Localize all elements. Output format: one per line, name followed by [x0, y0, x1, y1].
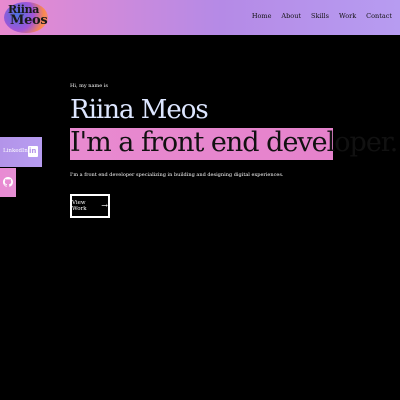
linkedin-link[interactable]: LinkedIn: [0, 137, 42, 167]
logo-text: Riina Meos: [8, 4, 48, 28]
navbar: Riina Meos Home About Skills Work Contac…: [0, 0, 400, 35]
linkedin-label: LinkedIn: [3, 148, 28, 154]
nav-link-home[interactable]: Home: [252, 12, 272, 20]
nav-link-work[interactable]: Work: [339, 12, 356, 20]
nav-link-contact[interactable]: Contact: [366, 12, 392, 20]
view-work-button[interactable]: View Work →: [70, 194, 110, 218]
nav-link-about[interactable]: About: [281, 12, 301, 20]
nav-link-skills[interactable]: Skills: [311, 12, 329, 20]
view-work-label: View Work: [72, 200, 87, 212]
hero-name: Riina Meos: [70, 95, 209, 125]
hero-role-highlight: I'm a front end developer.: [70, 127, 398, 160]
linkedin-icon: [28, 146, 38, 157]
arrow-right-icon: →: [101, 201, 108, 210]
nav-links: Home About Skills Work Contact: [252, 12, 392, 20]
github-link[interactable]: [0, 168, 16, 197]
hero-role: I'm a front end developer.: [70, 127, 398, 158]
hero-intro: I'm a front end developer specializing i…: [70, 172, 284, 178]
hero-greeting: Hi, my name is: [70, 83, 108, 89]
logo[interactable]: Riina Meos: [4, 2, 48, 33]
github-icon: [3, 177, 13, 187]
logo-line2: Meos: [10, 13, 48, 28]
